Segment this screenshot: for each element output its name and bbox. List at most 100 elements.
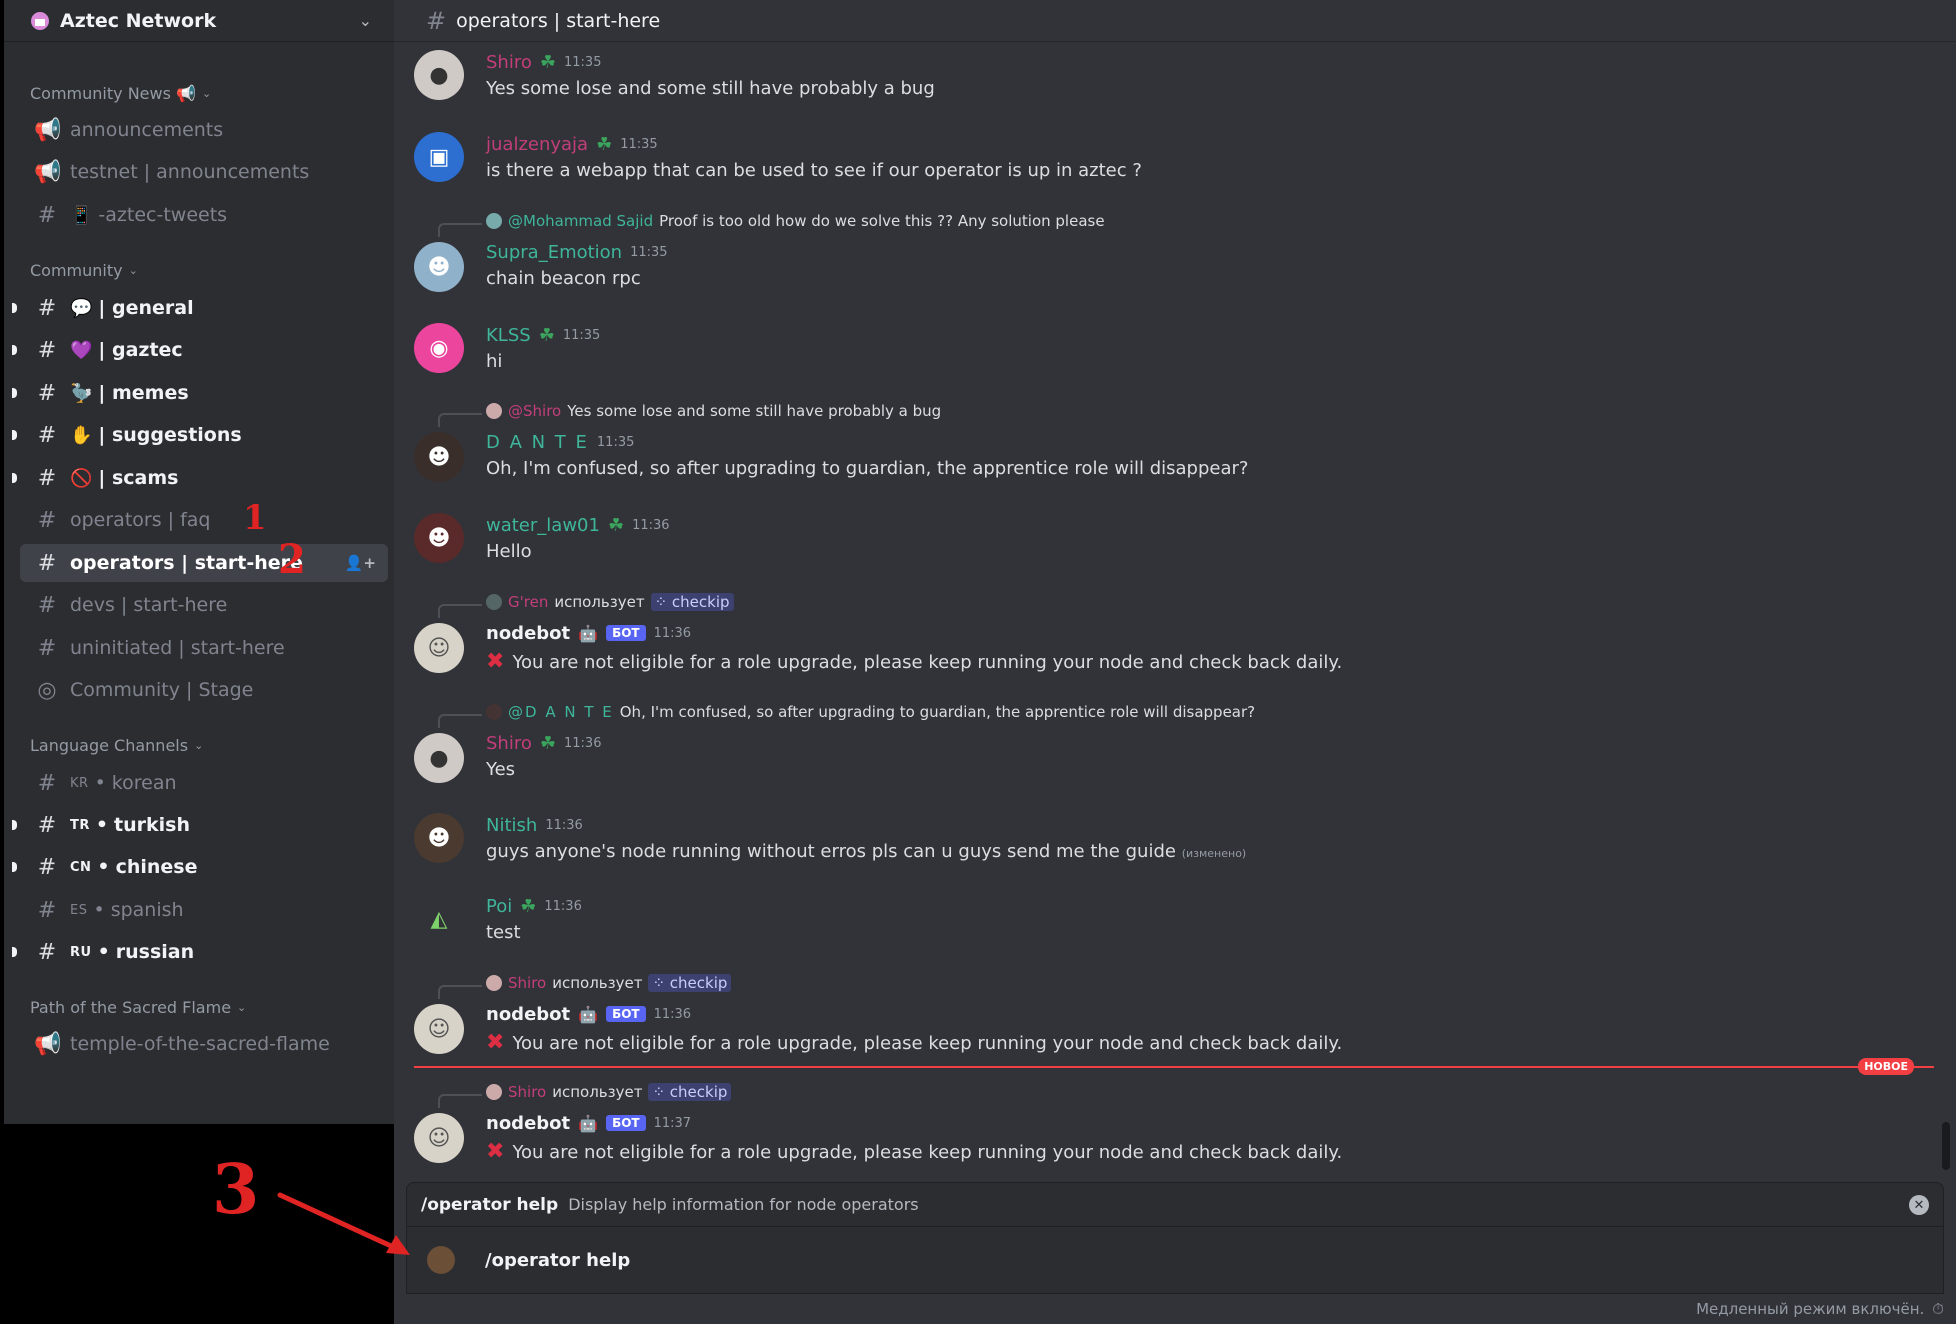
discord-avatar-icon[interactable]: ◉	[414, 323, 464, 373]
username[interactable]: D A N T E	[486, 432, 589, 453]
unread-indicator	[12, 345, 17, 355]
caret-icon: ⌄	[201, 87, 212, 100]
robot-avatar-icon[interactable]: ☺	[414, 1004, 464, 1054]
avatar[interactable]: ◭	[414, 894, 464, 944]
reply-username[interactable]: @Shiro	[508, 402, 561, 420]
avatar[interactable]: ●	[414, 733, 464, 783]
channel-memes[interactable]: # 🦤 | memes	[20, 374, 388, 412]
bot-badge: БОТ	[606, 1115, 646, 1131]
chevron-down-icon[interactable]: ⌄	[359, 11, 372, 30]
robot-avatar-icon[interactable]: ☺	[414, 1113, 464, 1163]
hash-icon: #	[37, 635, 57, 661]
channel-operators-faq[interactable]: # operators | faq	[20, 501, 388, 539]
close-icon[interactable]: ✕	[1909, 1195, 1929, 1215]
username[interactable]: nodebot	[486, 1004, 570, 1025]
channel-announcements[interactable]: 📢 announcements	[20, 111, 388, 149]
avatar[interactable]: ▣	[414, 132, 464, 182]
new-messages-divider: НОВОЕ	[414, 1058, 1934, 1075]
avatar[interactable]: ☻	[414, 432, 464, 482]
channel-russian[interactable]: # RU • russian	[20, 933, 388, 971]
username[interactable]: Poi	[486, 896, 512, 917]
clover-icon: ☘	[520, 895, 537, 917]
username[interactable]: water_law01	[486, 515, 600, 536]
command-suggestion[interactable]: /operator help Display help information …	[407, 1183, 1943, 1227]
reply-username[interactable]: Shiro	[508, 974, 546, 992]
channel-korean[interactable]: # KR • korean	[20, 764, 388, 802]
bullet-separator: •	[94, 772, 106, 794]
category-language-channels[interactable]: Language Channels ⌄	[30, 736, 203, 755]
cross-mark-icon: ✖	[486, 1030, 505, 1055]
channel-temple[interactable]: 📢 temple-of-the-sacred-flame	[20, 1025, 388, 1063]
command-tag[interactable]: ⁘ checkip	[648, 974, 732, 992]
username[interactable]: Nitish	[486, 815, 537, 836]
reply-username[interactable]: Shiro	[508, 1083, 546, 1101]
annotation-2: 2	[278, 536, 306, 583]
avatar[interactable]: ☻	[414, 513, 464, 563]
command-tag[interactable]: ⁘ checkip	[648, 1083, 732, 1101]
username[interactable]: nodebot	[486, 623, 570, 644]
channel-suggestions[interactable]: # ✋ | suggestions	[20, 416, 388, 454]
reply-username[interactable]: @D A N T E	[508, 703, 614, 721]
hash-icon: #	[37, 939, 57, 965]
reply-username[interactable]: G'ren	[508, 593, 548, 611]
bullet-separator: •	[93, 899, 105, 921]
robot-avatar-icon[interactable]: ☺	[414, 623, 464, 673]
reply-preview[interactable]: G'ren использует ⁘ checkip	[486, 593, 734, 611]
command-tag[interactable]: ⁘ checkip	[650, 593, 734, 611]
channel-gaztec[interactable]: # 💜 | gaztec	[20, 331, 388, 369]
username[interactable]: Shiro	[486, 733, 532, 754]
reply-text: Yes some lose and some still have probab…	[567, 402, 942, 420]
reply-connector	[438, 604, 482, 618]
category-sacred-flame[interactable]: Path of the Sacred Flame ⌄	[30, 998, 246, 1017]
channel-scams[interactable]: # 🚫 | scams	[20, 459, 388, 497]
channel-spanish[interactable]: # ES • spanish	[20, 891, 388, 929]
timestamp: 11:35	[620, 136, 658, 152]
channel-general[interactable]: # 💬 | general	[20, 289, 388, 327]
hash-icon: #	[37, 507, 57, 533]
avatar[interactable]: ☻	[414, 813, 464, 863]
username[interactable]: jualzenyaja	[486, 134, 588, 155]
category-community-news[interactable]: Community News 📢 ⌄	[30, 84, 211, 103]
channel-chinese[interactable]: # CN • chinese	[20, 848, 388, 886]
scrollbar-thumb[interactable]	[1942, 1122, 1950, 1170]
no-entry-icon: 🚫	[70, 467, 93, 489]
timestamp: 11:36	[564, 735, 602, 751]
reply-preview[interactable]: Shiro использует ⁘ checkip	[486, 1083, 732, 1101]
channel-community-stage[interactable]: ◎ Community | Stage	[20, 671, 388, 709]
reply-preview[interactable]: @Mohammad Sajid Proof is too old how do w…	[486, 212, 1105, 230]
avatar[interactable]: ☻	[414, 242, 464, 292]
caret-icon: ⌄	[128, 264, 138, 277]
category-community[interactable]: Community ⌄	[30, 261, 138, 280]
reply-preview[interactable]: Shiro использует ⁘ checkip	[486, 974, 732, 992]
username[interactable]: KLSS	[486, 325, 531, 346]
command-input[interactable]: /operator help	[485, 1250, 630, 1271]
channel-uninitiated-start-here[interactable]: # uninitiated | start-here	[20, 629, 388, 667]
channel-header: # operators | start-here	[394, 0, 1956, 42]
channel-operators-start-here[interactable]: # operators | start-here 👤+	[20, 544, 388, 582]
channel-aztec-tweets[interactable]: # 📱 -aztec-tweets	[20, 196, 388, 234]
timestamp: 11:37	[653, 1115, 692, 1131]
reply-preview[interactable]: @Shiro Yes some lose and some still have …	[486, 402, 941, 420]
hash-icon: #	[37, 202, 57, 228]
add-member-icon[interactable]: 👤+	[345, 554, 376, 572]
server-header[interactable]: Aztec Network ⌄	[4, 0, 394, 42]
bot-badge: БОТ	[606, 1006, 646, 1022]
channel-turkish[interactable]: # TR • turkish	[20, 806, 388, 844]
bot-badge: БОТ	[606, 625, 646, 641]
channel-testnet-announcements[interactable]: 📢 testnet | announcements	[20, 153, 388, 191]
message-text: Oh, I'm confused, so after upgrading to …	[486, 458, 1249, 479]
channel-devs-start-here[interactable]: # devs | start-here	[20, 586, 388, 624]
username[interactable]: Supra_Emotion	[486, 242, 622, 263]
username[interactable]: Shiro	[486, 52, 532, 73]
annotation-3: 3	[212, 1150, 260, 1230]
message-text: is there a webapp that can be used to se…	[486, 160, 1142, 181]
clover-icon: ☘	[539, 51, 556, 73]
mini-avatar	[486, 1084, 502, 1100]
message-input[interactable]: /operator help	[407, 1227, 1943, 1293]
reply-preview[interactable]: @D A N T E Oh, I'm confused, so after upg…	[486, 703, 1255, 721]
avatar[interactable]: ●	[414, 50, 464, 100]
bird-icon: 🦤	[70, 382, 93, 404]
timestamp: 11:36	[653, 625, 692, 641]
reply-username[interactable]: @Mohammad Sajid	[508, 212, 653, 230]
username[interactable]: nodebot	[486, 1113, 570, 1134]
